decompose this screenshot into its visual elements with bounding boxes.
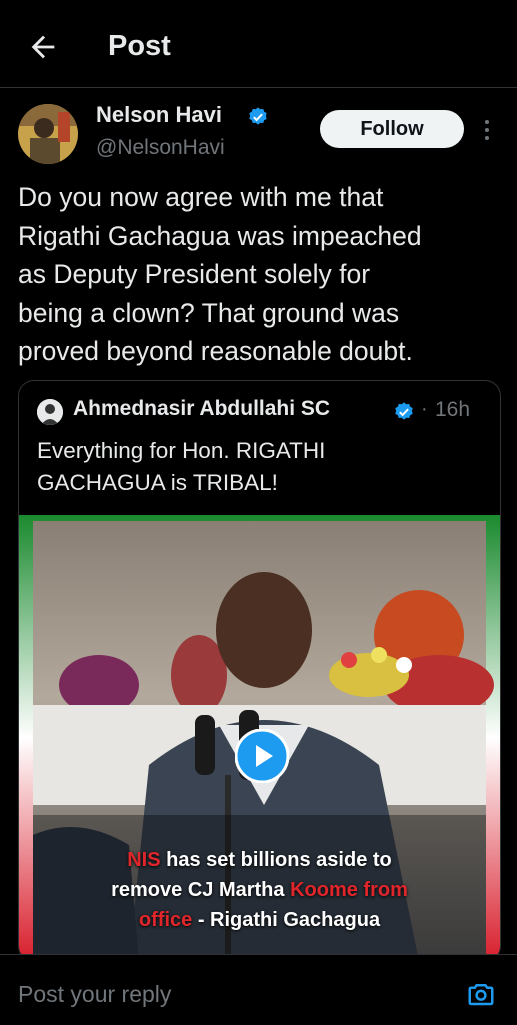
follow-button[interactable]: Follow: [320, 110, 464, 148]
quote-text: Everything for Hon. RIGATHI GACHAGUA is …: [37, 438, 326, 495]
author-name[interactable]: Nelson Havi: [96, 102, 222, 128]
caption-red-text: NIS: [127, 849, 161, 871]
caption-red-text: Koome from: [290, 879, 408, 901]
quote-timestamp: 16h: [435, 398, 471, 421]
author-handle[interactable]: @NelsonHavi: [96, 136, 225, 160]
caption-text: - Rigathi Gachagua: [192, 909, 381, 931]
reply-bar: Post your reply: [0, 954, 517, 1025]
quote-author-name: Ahmednasir Abdullahi SC: [73, 397, 331, 420]
top-bar: Post: [0, 0, 517, 88]
reply-input[interactable]: Post your reply: [18, 981, 171, 1008]
more-options-icon[interactable]: [477, 118, 497, 142]
page-title: Post: [108, 30, 171, 62]
separator-dot: ·: [421, 398, 428, 420]
play-icon[interactable]: [235, 729, 289, 783]
arrow-left-icon[interactable]: [26, 30, 60, 64]
header-divider: [0, 87, 517, 88]
author-avatar[interactable]: [18, 104, 78, 164]
post-text: Do you now agree with me that Rigathi Ga…: [18, 182, 422, 366]
verified-badge-icon: [249, 107, 267, 125]
caption-text: has set billions aside to: [160, 849, 392, 871]
video-caption: NIS has set billions aside to remove CJ …: [19, 845, 500, 935]
quoted-post[interactable]: Ahmednasir Abdullahi SC · 16h Everything…: [18, 380, 501, 962]
caption-red-text: office: [138, 909, 193, 931]
verified-badge-icon: [395, 402, 413, 420]
caption-text: remove CJ Martha: [111, 879, 291, 901]
camera-icon[interactable]: [466, 979, 496, 1009]
quote-author-avatar: [37, 399, 63, 425]
